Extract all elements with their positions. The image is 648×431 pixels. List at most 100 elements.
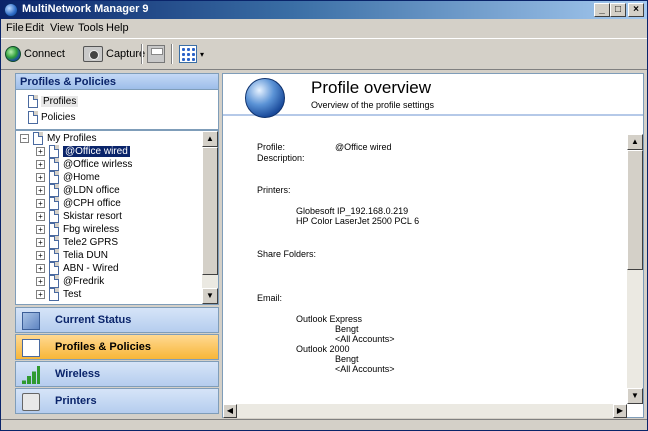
page-title: Profile overview — [311, 78, 431, 97]
expand-icon[interactable]: + — [36, 290, 45, 299]
tree-item[interactable]: + ABN - Wired — [36, 262, 119, 275]
email-client-name: Outlook Express — [296, 314, 363, 324]
expand-icon[interactable]: + — [36, 160, 45, 169]
overview-vertical-scrollbar[interactable]: ▲ ▼ — [627, 134, 643, 404]
collapse-icon[interactable]: − — [20, 134, 29, 143]
connect-label: Connect — [24, 48, 65, 60]
printers-label: Printers: — [257, 185, 291, 195]
menu-file[interactable]: File — [6, 22, 24, 34]
left-panel: Profiles & Policies Profiles Policies − … — [15, 73, 219, 418]
minimize-button[interactable]: _ — [594, 3, 610, 17]
menu-view[interactable]: View — [50, 22, 74, 34]
tree-item[interactable]: + Telia DUN — [36, 249, 108, 262]
profile-document-icon — [49, 288, 59, 301]
menu-tools[interactable]: Tools — [78, 22, 104, 34]
nav-label: Printers — [55, 395, 97, 407]
profile-overview-panel: Profile overview Overview of the profile… — [222, 73, 644, 418]
list-item-profiles[interactable]: Profiles — [28, 94, 79, 108]
email-client-scope: <All Accounts> — [335, 334, 395, 344]
scroll-thumb[interactable] — [202, 147, 218, 275]
status-bar — [1, 419, 647, 430]
scroll-right-icon[interactable]: ▶ — [613, 404, 627, 418]
scroll-up-icon[interactable]: ▲ — [202, 131, 218, 147]
expand-icon[interactable]: + — [36, 251, 45, 260]
folder-document-icon — [33, 132, 43, 145]
tree-item[interactable]: + @Home — [36, 171, 100, 184]
expand-icon[interactable]: + — [36, 264, 45, 273]
tree-item-label: Telia DUN — [63, 250, 109, 261]
app-globe-icon — [4, 3, 18, 17]
expand-icon[interactable]: + — [36, 238, 45, 247]
title-bar[interactable]: MultiNetwork Manager 9 _ □ × — [1, 1, 647, 19]
printer-icon — [22, 393, 40, 411]
tree-vertical-scrollbar[interactable]: ▲ ▼ — [202, 131, 218, 304]
tree-item[interactable]: + @Office wirless — [36, 158, 132, 171]
expand-icon[interactable]: + — [36, 173, 45, 182]
profile-label: Profile: — [257, 142, 286, 152]
email-client-account: Bengt — [335, 354, 359, 364]
share-folders-label: Share Folders: — [257, 249, 317, 259]
tree-item-label: Tele2 GPRS — [63, 237, 119, 248]
expand-icon[interactable]: + — [36, 225, 45, 234]
expand-icon[interactable]: + — [36, 212, 45, 221]
nav-profiles-policies[interactable]: Profiles & Policies — [15, 334, 219, 360]
view-options-button[interactable]: ▾ — [179, 43, 204, 65]
tree-item[interactable]: + Skistar resort — [36, 210, 122, 223]
menu-help[interactable]: Help — [106, 22, 129, 34]
page-subtitle: Overview of the profile settings — [311, 100, 435, 110]
profiles-policies-header: Profiles & Policies — [15, 73, 219, 90]
chevron-down-icon[interactable]: ▾ — [200, 50, 204, 59]
profile-tree: − My Profiles + @Office wired + @Office wir… — [15, 130, 219, 305]
tree-item[interactable]: + @LDN office — [36, 184, 120, 197]
nav-current-status[interactable]: Current Status — [15, 307, 219, 333]
tree-item-label: @Office wired — [62, 145, 131, 158]
scroll-left-icon[interactable]: ◀ — [223, 404, 237, 418]
profile-document-icon — [49, 236, 59, 249]
connect-globe-icon — [5, 46, 21, 62]
tree-root-my-profiles[interactable]: − My Profiles — [20, 132, 96, 145]
overview-content: Profile: @Office wired Description: Prin… — [223, 118, 627, 404]
document-icon — [28, 110, 38, 124]
tree-item[interactable]: + Test — [36, 288, 81, 301]
wireless-signal-icon — [22, 366, 40, 384]
nav-label: Profiles & Policies — [55, 341, 151, 353]
expand-icon[interactable]: + — [36, 277, 45, 286]
menu-edit[interactable]: Edit — [25, 22, 44, 34]
nav-printers[interactable]: Printers — [15, 388, 219, 414]
maximize-button[interactable]: □ — [610, 3, 626, 17]
profile-icon — [22, 339, 40, 357]
tree-item[interactable]: + @Office wired — [36, 145, 131, 158]
connect-button[interactable]: Connect — [5, 43, 65, 65]
expand-icon[interactable]: + — [36, 186, 45, 195]
overview-horizontal-scrollbar[interactable]: ◀ ▶ — [223, 404, 627, 418]
tree-item[interactable]: + @Fredrik — [36, 275, 104, 288]
nav-wireless[interactable]: Wireless — [15, 361, 219, 387]
save-button[interactable] — [147, 43, 165, 65]
toolbar-separator — [171, 44, 173, 64]
document-icon — [28, 94, 38, 108]
tree-item-label: Test — [63, 289, 82, 300]
scroll-up-icon[interactable]: ▲ — [627, 134, 643, 150]
profile-document-icon — [49, 249, 59, 262]
tree-item[interactable]: + Tele2 GPRS — [36, 236, 118, 249]
profile-document-icon — [49, 275, 59, 288]
scroll-thumb[interactable] — [627, 150, 643, 270]
tree-item[interactable]: + @CPH office — [36, 197, 121, 210]
expand-icon[interactable]: + — [36, 199, 45, 208]
list-item-policies[interactable]: Policies — [28, 110, 75, 124]
capture-button[interactable]: Capture — [83, 43, 145, 65]
tree-item-label: @LDN office — [63, 185, 120, 196]
scroll-down-icon[interactable]: ▼ — [202, 288, 218, 304]
window-title: MultiNetwork Manager 9 — [22, 3, 149, 15]
profiles-policies-list: Profiles Policies — [15, 90, 219, 130]
profile-document-icon — [49, 210, 59, 223]
profile-document-icon — [49, 262, 59, 275]
profile-document-icon — [49, 223, 59, 236]
close-button[interactable]: × — [628, 3, 644, 17]
tree-item-label: ABN - Wired — [63, 263, 119, 274]
scroll-down-icon[interactable]: ▼ — [627, 388, 643, 404]
nav-label: Current Status — [55, 314, 132, 326]
printer-item: Globesoft IP_192.168.0.219 — [296, 206, 409, 216]
expand-icon[interactable]: + — [36, 147, 45, 156]
tree-item[interactable]: + Fbg wireless — [36, 223, 119, 236]
